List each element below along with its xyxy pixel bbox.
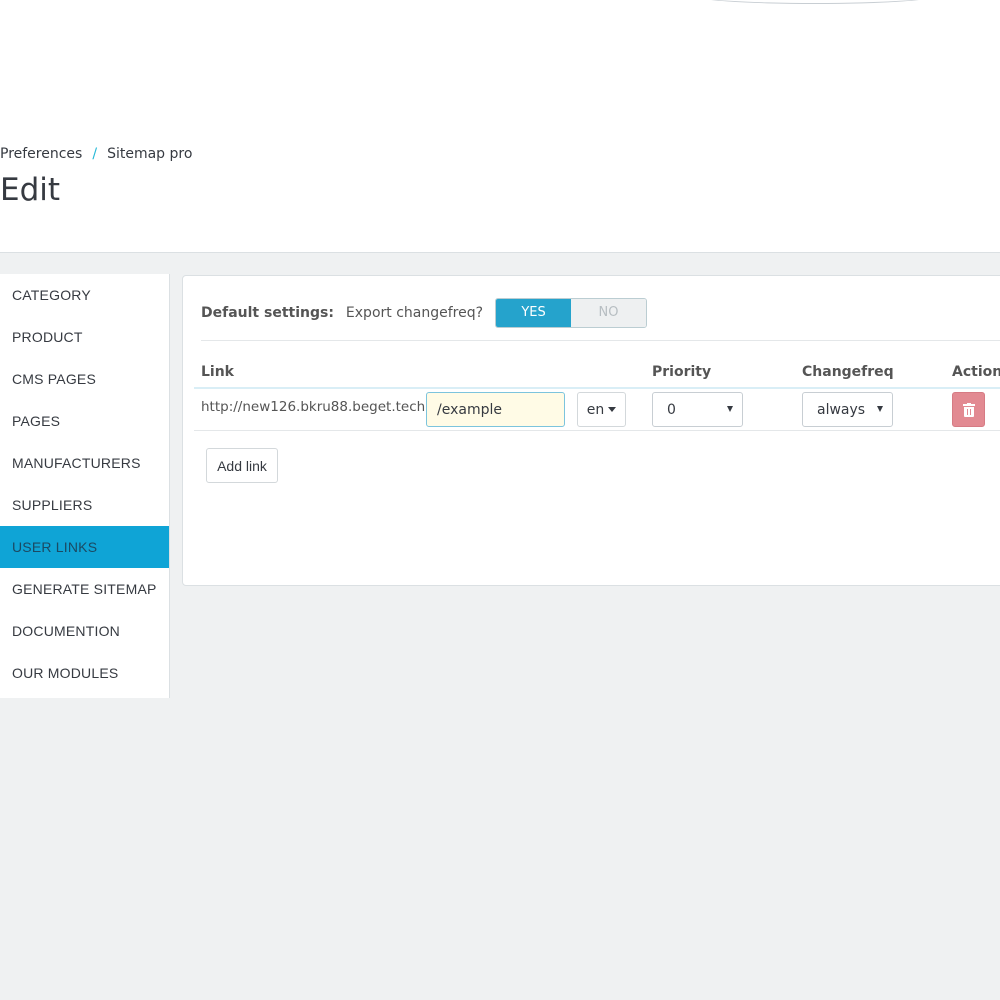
breadcrumb: Preferences / Sitemap pro [0, 146, 192, 162]
base-url-text: http://new126.bkru88.beget.tech [201, 399, 426, 415]
switch-no-option[interactable]: NO [571, 299, 647, 327]
sidebar-item-category[interactable]: CATEGORY [0, 274, 169, 316]
column-header-action: Action [952, 364, 1000, 380]
page-header: Preferences / Sitemap pro Edit [0, 0, 1000, 253]
default-settings-label: Default settings: [201, 305, 334, 321]
sidebar-item-user-links[interactable]: USER LINKS [0, 526, 169, 568]
export-changefreq-switch[interactable]: YES NO [495, 298, 648, 328]
sidebar-item-manufacturers[interactable]: MANUFACTURERS [0, 442, 169, 484]
sidebar-item-pages[interactable]: PAGES [0, 400, 169, 442]
changefreq-value: always [817, 401, 866, 418]
sidebar-item-suppliers[interactable]: SUPPLIERS [0, 484, 169, 526]
delete-link-button[interactable] [952, 392, 985, 427]
select-arrow-icon [877, 406, 883, 412]
column-header-changefreq: Changefreq [802, 364, 894, 380]
table-row-divider [194, 430, 1000, 431]
sidebar-item-our-modules[interactable]: OUR MODULES [0, 652, 169, 694]
header-decoration [690, 0, 940, 4]
breadcrumb-preferences[interactable]: Preferences [0, 146, 82, 162]
sidebar-item-cms-pages[interactable]: CMS PAGES [0, 358, 169, 400]
trash-icon [962, 402, 975, 417]
sidebar-item-product[interactable]: PRODUCT [0, 316, 169, 358]
column-header-link: Link [201, 364, 234, 380]
user-links-panel: Default settings: Export changefreq? YES… [182, 275, 1000, 586]
default-settings-row: Default settings: Export changefreq? YES… [201, 298, 648, 328]
changefreq-select[interactable]: always [802, 392, 893, 427]
switch-yes-option[interactable]: YES [496, 299, 572, 327]
priority-value: 0 [667, 401, 676, 418]
divider [201, 340, 1000, 341]
table-header-divider [194, 387, 1000, 389]
export-changefreq-label: Export changefreq? [345, 305, 484, 321]
language-dropdown[interactable]: en [577, 392, 626, 427]
breadcrumb-sitemap-pro[interactable]: Sitemap pro [107, 146, 192, 162]
breadcrumb-separator: / [92, 146, 98, 162]
sidebar-item-generate-sitemap[interactable]: GENERATE SITEMAP [0, 568, 169, 610]
page-title: Edit [0, 172, 61, 208]
sidebar: CATEGORY PRODUCT CMS PAGES PAGES MANUFAC… [0, 274, 170, 698]
add-link-button[interactable]: Add link [206, 448, 278, 483]
column-header-priority: Priority [652, 364, 712, 380]
language-value: en [586, 401, 605, 418]
link-path-input[interactable] [426, 392, 565, 427]
select-arrow-icon [727, 406, 733, 412]
sidebar-item-documention[interactable]: DOCUMENTION [0, 610, 169, 652]
caret-down-icon [608, 407, 617, 412]
priority-select[interactable]: 0 [652, 392, 743, 427]
